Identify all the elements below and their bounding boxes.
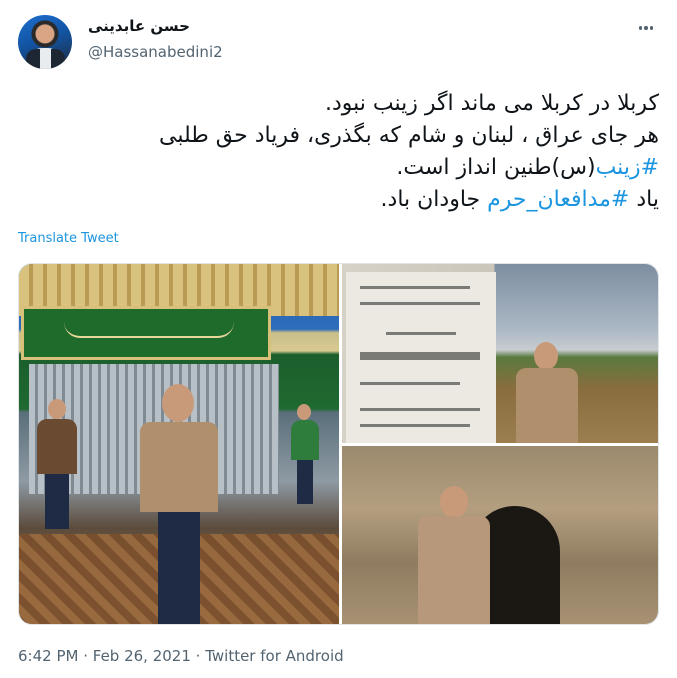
tweet-source[interactable]: Twitter for Android — [205, 647, 343, 665]
bystander-left — [33, 399, 83, 529]
media-grid — [18, 263, 659, 625]
meta-separator: · — [190, 647, 206, 665]
person-head — [440, 486, 468, 518]
person-head — [297, 404, 311, 420]
person-legs — [158, 512, 200, 624]
person-legs — [45, 474, 69, 529]
person-body — [291, 420, 319, 460]
tweet-line-4: یاد #مدافعان_حرم جاودان باد. — [19, 184, 659, 216]
tweet-line-4-prefix: یاد — [629, 187, 659, 212]
inscription-line — [360, 286, 470, 289]
person-jacket — [140, 422, 218, 512]
inscription-line — [360, 382, 460, 385]
avatar[interactable] — [18, 15, 72, 69]
dot — [644, 26, 648, 30]
inscription-line — [360, 352, 480, 360]
avatar-jacket-right — [51, 49, 65, 69]
person-head — [534, 342, 558, 370]
inscription-line — [360, 408, 480, 411]
hashtag-modafean-haram[interactable]: #مدافعان_حرم — [487, 187, 629, 212]
tweet-text: کربلا در کربلا می ماند اگر زینب نبود. هر… — [19, 88, 659, 216]
man-with-scarf — [414, 486, 494, 624]
dot — [638, 26, 643, 30]
tweet-meta: 6:42 PM · Feb 26, 2021 · Twitter for And… — [18, 647, 344, 665]
tweet-date[interactable]: Feb 26, 2021 — [93, 647, 191, 665]
inscription-line — [360, 424, 470, 427]
person-coat — [418, 516, 490, 624]
inscription-line — [360, 302, 480, 305]
hashtag-zeinab[interactable]: #زینب — [596, 155, 659, 180]
person-body — [37, 419, 77, 474]
banner-calligraphy — [64, 322, 234, 338]
person-head — [48, 399, 66, 419]
inscription-stone — [346, 272, 496, 443]
tweet-line-1: کربلا در کربلا می ماند اگر زینب نبود. — [324, 91, 659, 116]
bystander-right — [287, 404, 323, 504]
photo-inscription[interactable] — [342, 264, 658, 443]
photo-shrine[interactable] — [19, 264, 339, 624]
man-in-mask — [134, 384, 224, 624]
translate-tweet-link[interactable]: Translate Tweet — [18, 231, 119, 246]
person-jacket — [516, 368, 578, 443]
dot — [649, 26, 654, 30]
tweet-line-3-text: (س)طنین انداز است. — [396, 155, 596, 180]
tweet-line-3: #زینب(س)طنین انداز است. — [19, 152, 659, 184]
display-name[interactable]: حسن عابدینی — [88, 17, 190, 35]
user-handle[interactable]: @Hassanabedini2 — [88, 43, 223, 61]
person-legs — [297, 460, 313, 504]
avatar-jacket-left — [26, 49, 40, 69]
inscription-line — [386, 332, 456, 335]
tweet-line-4-suffix: جاودان باد. — [380, 187, 488, 212]
tweet-line-2: هر جای عراق ، لبنان و شام که بگذری، فریا… — [159, 123, 659, 148]
person-head — [162, 384, 194, 422]
more-horizontal-icon[interactable] — [634, 18, 658, 38]
tweet-time[interactable]: 6:42 PM — [18, 647, 78, 665]
photo-stone-arch[interactable] — [342, 446, 658, 624]
meta-separator: · — [78, 647, 93, 665]
man-by-inscription — [512, 342, 582, 443]
shrine-green-banner — [21, 306, 271, 360]
